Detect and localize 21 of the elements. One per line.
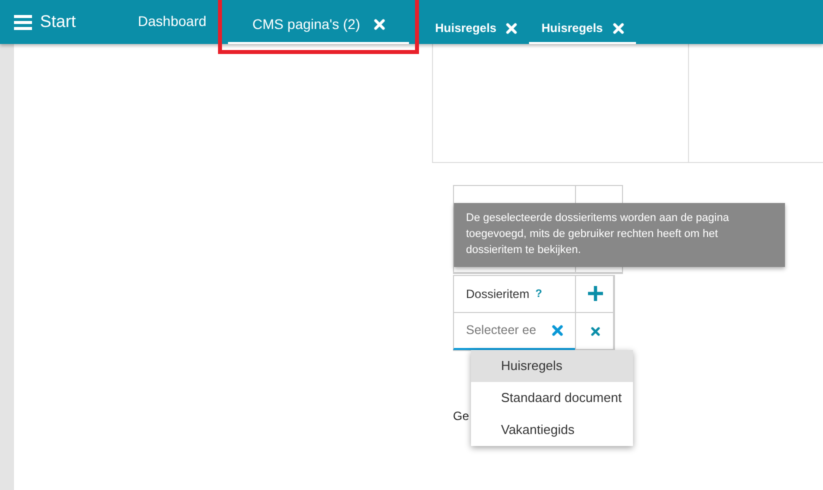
tab[interactable]: CMS pagina's (2) bbox=[228, 6, 410, 44]
dropdown-item[interactable]: Vakantiegids bbox=[471, 414, 633, 446]
plus-icon bbox=[588, 286, 602, 302]
close-icon bbox=[506, 22, 518, 34]
select-input[interactable]: Selecteer ee bbox=[466, 321, 546, 340]
tooltip: De geselecteerde dossieritems worden aan de pagina toegevoegd, mits de gebruiker rechten heeft om het dossieritem te bekijken. bbox=[454, 203, 785, 267]
field-label: Dossieritem bbox=[466, 286, 530, 303]
subtab[interactable]: Huisregels bbox=[423, 14, 530, 44]
close-icon bbox=[612, 22, 624, 34]
close-icon bbox=[374, 18, 386, 30]
close-icon bbox=[590, 326, 600, 336]
clear-icon[interactable] bbox=[552, 324, 563, 337]
subtab[interactable]: Huisregels bbox=[529, 14, 636, 44]
menu-button[interactable]: Start bbox=[0, 0, 76, 44]
dropdown-item[interactable]: Standaard document bbox=[471, 382, 633, 414]
tab[interactable]: Dashboard bbox=[124, 0, 220, 44]
remove-button[interactable] bbox=[590, 326, 600, 336]
help-icon[interactable]: ? bbox=[535, 286, 542, 302]
menu-icon bbox=[14, 14, 32, 30]
dropdown-item[interactable]: Huisregels bbox=[471, 350, 633, 382]
partial-text: Ge bbox=[453, 408, 469, 425]
